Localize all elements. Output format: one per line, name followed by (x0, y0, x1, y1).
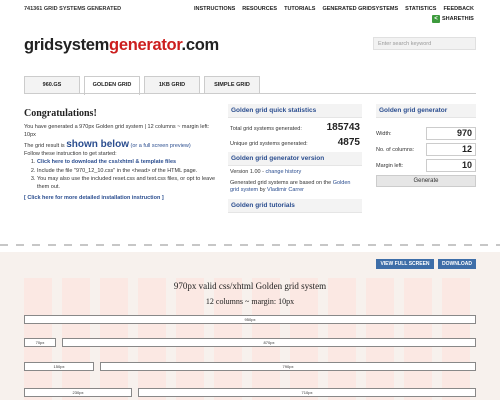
instruction-step: Include the file "970_12_10.css" in the … (37, 168, 220, 176)
logo-part-3: .com (181, 36, 220, 54)
version-title: Golden grid generator version (228, 152, 362, 166)
margin-label: Margin left: (376, 162, 404, 169)
total-row: Total grid systems generated: 185743 (228, 122, 362, 133)
nav-generated-gridsystems[interactable]: GENERATED GRIDSYSTEMS (322, 6, 398, 12)
change-history-link[interactable]: change history (265, 169, 301, 175)
grid-box-150: 150px (24, 362, 94, 371)
margin-input[interactable]: 10 (426, 159, 476, 172)
columns-label: No. of columns: (376, 146, 415, 153)
unique-value: 4875 (337, 137, 360, 148)
preview-subtitle: 12 columns ~ margin: 10px (205, 297, 295, 306)
view-full-screen-button[interactable]: VIEW FULL SCREEN (376, 259, 434, 269)
top-nav: INSTRUCTIONS RESOURCES TUTORIALS GENERAT… (194, 6, 474, 12)
result-prefix: The grid result is (24, 143, 67, 149)
nav-statistics[interactable]: STATISTICS (405, 6, 436, 12)
congrats-panel: Congratulations! You have generated a 97… (24, 108, 220, 202)
nav-resources[interactable]: RESOURCES (242, 6, 277, 12)
stats-title: Golden grid quick statistics (228, 104, 362, 118)
version-line: Version 1.00 - change history (228, 169, 362, 177)
grid-box-790: 790px (100, 362, 476, 371)
generate-button[interactable]: Generate (376, 175, 476, 187)
download-files-link[interactable]: Click here to download the css/xhtml & t… (37, 159, 176, 165)
result-line: The grid result is shown below (or a ful… (24, 139, 220, 150)
total-label: Total grid systems generated: (230, 126, 302, 132)
site-logo[interactable]: gridsystemgenerator.com (24, 36, 219, 55)
instruction-step: You may also use the included reset.css … (37, 176, 220, 191)
sharethis-label: SHARETHIS (442, 16, 474, 22)
share-icon: < (432, 15, 440, 23)
tab-simple-grid[interactable]: SIMPLE GRID (204, 76, 260, 93)
total-value: 185743 (326, 122, 360, 133)
grid-box-950: 950px (24, 315, 476, 324)
instruction-step[interactable]: Click here to download the css/xhtml & t… (37, 159, 220, 167)
sharethis-button[interactable]: < SHARETHIS (432, 15, 474, 23)
grid-box-70: 70px (24, 338, 56, 347)
tab-960gs[interactable]: 960.GS (24, 76, 80, 93)
width-field-row: Width: 970 (376, 127, 476, 140)
instruction-list: Click here to download the css/xhtml & t… (24, 159, 220, 191)
nav-feedback[interactable]: FEEDBACK (443, 6, 474, 12)
grid-box-230: 230px (24, 388, 132, 397)
based-text: Generated grid systems are based on the (230, 179, 333, 186)
preview-title: 970px valid css/xhtml Golden grid system (173, 281, 327, 291)
tutorials-title: Golden grid tutorials (228, 198, 362, 213)
by-text: by (258, 187, 267, 193)
grid-box-710: 710px (138, 388, 476, 397)
width-input[interactable]: 970 (426, 127, 476, 140)
unique-label: Unique grid systems generated: (230, 141, 308, 147)
shown-below-link[interactable]: shown below (66, 139, 129, 150)
generated-count: 741361 GRID SYSTEMS GENERATED (24, 6, 122, 12)
version-text: Version 1.00 - (230, 169, 266, 175)
columns-input[interactable]: 12 (426, 143, 476, 156)
grid-box-870: 870px (62, 338, 476, 347)
author-link[interactable]: Vladimir Carrer (267, 187, 304, 193)
unique-row: Unique grid systems generated: 4875 (228, 137, 362, 148)
search-input[interactable]: Enter search keyword (373, 37, 476, 50)
congrats-title: Congratulations! (24, 108, 97, 119)
margin-field-row: Margin left: 10 (376, 159, 476, 172)
download-button[interactable]: DOWNLOAD (438, 259, 476, 269)
stats-panel: Golden grid quick statistics Total grid … (228, 104, 362, 213)
generator-title: Golden grid generator (376, 104, 476, 118)
detailed-instructions-line: [ Click here for more detailed installat… (24, 194, 220, 202)
nav-instructions[interactable]: INSTRUCTIONS (194, 6, 235, 12)
tab-divider (24, 93, 476, 94)
logo-part-2: generator (109, 36, 182, 54)
width-label: Width: (376, 130, 392, 137)
detailed-instructions-link[interactable]: [ Click here for more detailed installat… (24, 195, 164, 201)
congrats-intro: You have generated a 970px Golden grid s… (24, 124, 210, 138)
top-bar: 741361 GRID SYSTEMS GENERATED INSTRUCTIO… (0, 0, 500, 26)
dashed-divider (0, 244, 500, 246)
columns-field-row: No. of columns: 12 (376, 143, 476, 156)
generator-panel: Golden grid generator Width: 970 No. of … (376, 104, 476, 187)
follow-text: Follow these instruction to get started: (24, 151, 117, 157)
based-on-text: Generated grid systems are based on the … (228, 180, 362, 195)
logo-part-1: gridsystem (24, 36, 110, 54)
full-screen-preview-link[interactable]: (or a full screen preview) (129, 143, 190, 149)
tab-1kb-grid[interactable]: 1KB GRID (144, 76, 200, 93)
nav-tutorials[interactable]: TUTORIALS (284, 6, 315, 12)
